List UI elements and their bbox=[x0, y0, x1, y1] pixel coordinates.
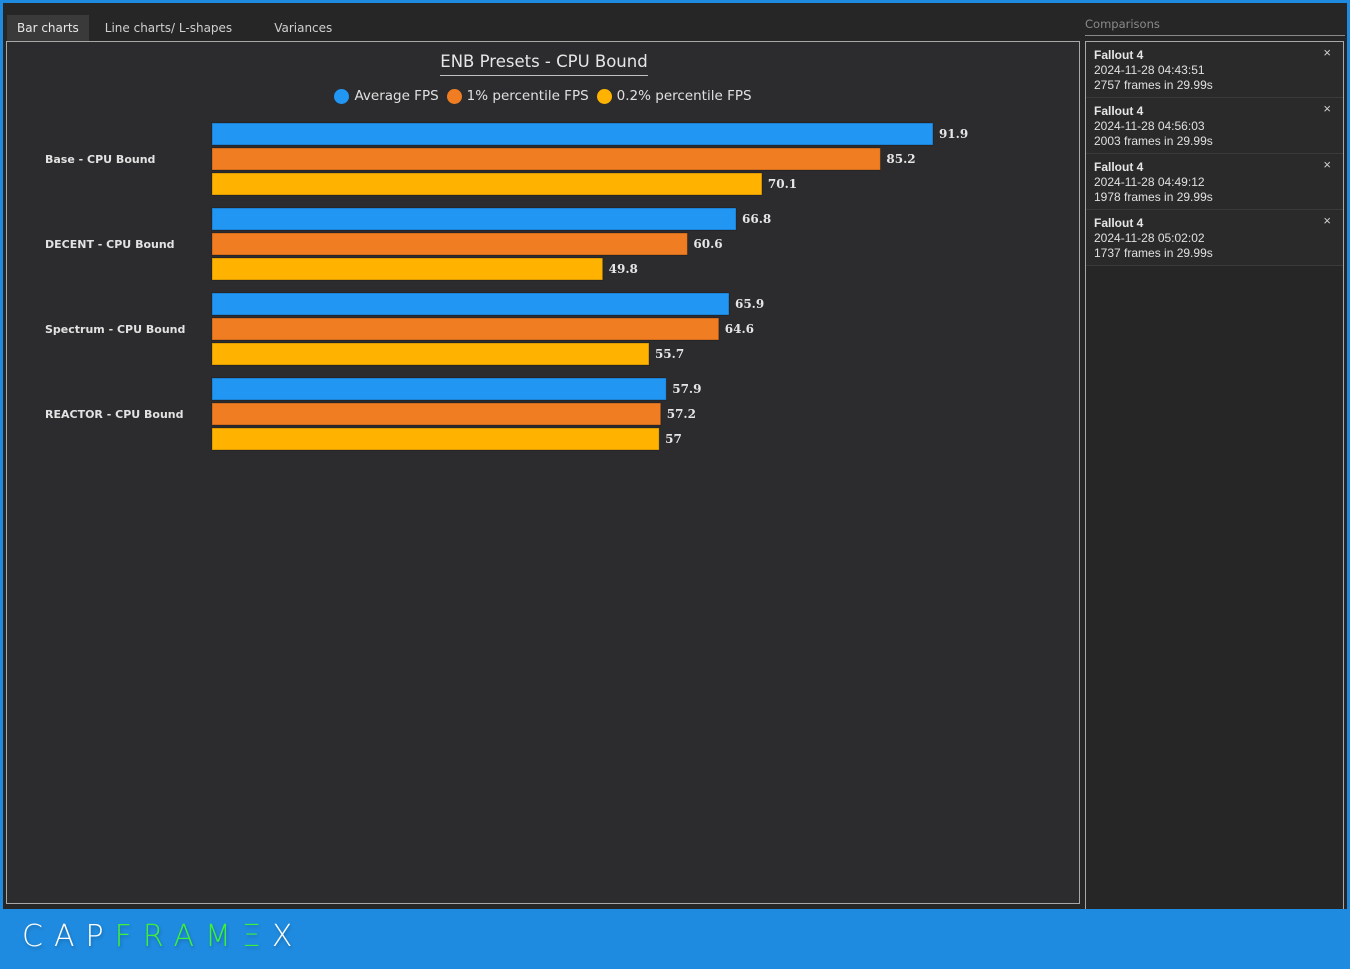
category-label: REACTOR - CPU Bound bbox=[45, 408, 184, 421]
comparison-datetime: 2024-11-28 04:49:12 bbox=[1094, 175, 1205, 189]
value-label: 57.2 bbox=[667, 407, 696, 421]
bar-chart-plot: Base - CPU Bound 91.9 85.2 70.1 DECENT - CPU… bbox=[45, 122, 968, 451]
logo-part: Ξ bbox=[241, 919, 272, 954]
bar[interactable] bbox=[211, 342, 650, 366]
value-label: 57.9 bbox=[672, 382, 701, 396]
logo-part: FRAM bbox=[114, 919, 242, 954]
tab-variances[interactable]: Variances bbox=[264, 15, 342, 41]
comparison-datetime: 2024-11-28 04:43:51 bbox=[1094, 63, 1205, 77]
bar[interactable] bbox=[211, 402, 662, 426]
comparison-datetime: 2024-11-28 05:02:02 bbox=[1094, 231, 1205, 245]
value-label: 60.6 bbox=[693, 237, 722, 251]
tab-bar: Bar charts Line charts/ L-shapes Varianc… bbox=[7, 15, 348, 41]
comparisons-list: Fallout 4 2024-11-28 04:43:51 2757 frame… bbox=[1085, 41, 1344, 910]
close-icon[interactable]: × bbox=[1323, 101, 1331, 116]
bar[interactable] bbox=[211, 427, 660, 451]
comparison-item[interactable]: Fallout 4 2024-11-28 05:02:02 1737 frame… bbox=[1086, 210, 1343, 266]
category-label: Spectrum - CPU Bound bbox=[45, 323, 185, 336]
category-label: Base - CPU Bound bbox=[45, 153, 155, 166]
value-label: 70.1 bbox=[768, 177, 797, 191]
value-label: 65.9 bbox=[735, 297, 764, 311]
bar[interactable] bbox=[211, 232, 688, 256]
logo-part: X bbox=[271, 919, 304, 954]
close-icon[interactable]: × bbox=[1323, 45, 1331, 60]
close-icon[interactable]: × bbox=[1323, 157, 1331, 172]
comparison-frames: 1737 frames in 29.99s bbox=[1094, 245, 1213, 260]
comparison-game: Fallout 4 bbox=[1094, 160, 1144, 174]
bar[interactable] bbox=[211, 292, 730, 316]
value-label: 55.7 bbox=[655, 347, 684, 361]
comparison-item[interactable]: Fallout 4 2024-11-28 04:43:51 2757 frame… bbox=[1086, 42, 1343, 98]
bar[interactable] bbox=[211, 377, 667, 401]
footer-bar: CAPFRAMΞX bbox=[0, 909, 1350, 969]
bar[interactable] bbox=[211, 147, 881, 171]
app-window: Bar charts Line charts/ L-shapes Varianc… bbox=[3, 3, 1347, 910]
value-label: 49.8 bbox=[609, 262, 638, 276]
capframex-logo: CAPFRAMΞX bbox=[22, 919, 303, 954]
comparison-game: Fallout 4 bbox=[1094, 104, 1144, 118]
close-icon[interactable]: × bbox=[1323, 213, 1331, 228]
bar[interactable] bbox=[211, 207, 737, 231]
value-label: 66.8 bbox=[742, 212, 771, 226]
value-label: 57 bbox=[665, 432, 682, 446]
comparison-datetime: 2024-11-28 04:56:03 bbox=[1094, 119, 1205, 133]
logo-part: CAP bbox=[22, 919, 115, 954]
comparison-frames: 2757 frames in 29.99s bbox=[1094, 77, 1213, 92]
bar[interactable] bbox=[211, 317, 720, 341]
value-label: 91.9 bbox=[939, 127, 968, 141]
value-label: 85.2 bbox=[886, 152, 915, 166]
comparison-frames: 2003 frames in 29.99s bbox=[1094, 133, 1213, 148]
value-label: 64.6 bbox=[725, 322, 754, 336]
tab-line-charts[interactable]: Line charts/ L-shapes bbox=[95, 15, 242, 41]
tab-bar-charts[interactable]: Bar charts bbox=[7, 15, 89, 41]
category-label: DECENT - CPU Bound bbox=[45, 238, 175, 251]
bar[interactable] bbox=[211, 122, 934, 146]
bar[interactable] bbox=[211, 257, 604, 281]
comparison-game: Fallout 4 bbox=[1094, 216, 1144, 230]
comparison-item[interactable]: Fallout 4 2024-11-28 04:56:03 2003 frame… bbox=[1086, 98, 1343, 154]
comparison-item[interactable]: Fallout 4 2024-11-28 04:49:12 1978 frame… bbox=[1086, 154, 1343, 210]
comparison-frames: 1978 frames in 29.99s bbox=[1094, 189, 1213, 204]
comparisons-header: Comparisons bbox=[1085, 17, 1345, 36]
comparison-game: Fallout 4 bbox=[1094, 48, 1144, 62]
chart-pane: ENB Presets - CPU Bound Average FPS 1% p… bbox=[6, 41, 1080, 904]
bar[interactable] bbox=[211, 172, 763, 196]
